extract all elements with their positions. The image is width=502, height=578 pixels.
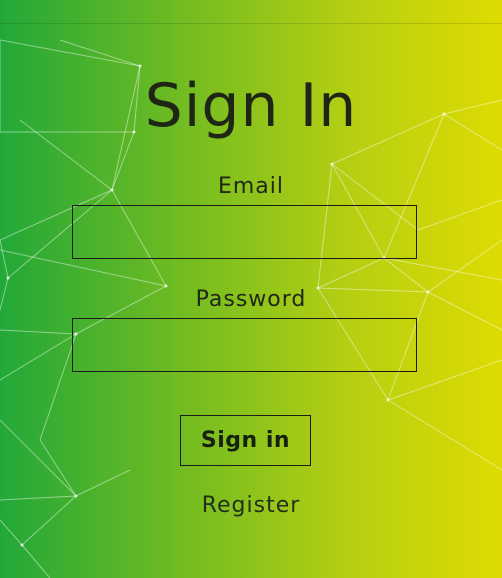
register-link[interactable]: Register bbox=[0, 493, 502, 518]
password-field[interactable] bbox=[72, 318, 417, 372]
email-label: Email bbox=[217, 174, 285, 199]
email-field[interactable] bbox=[72, 205, 417, 259]
page-title: Sign In bbox=[144, 71, 358, 141]
sign-in-button[interactable]: Sign in bbox=[180, 415, 311, 466]
password-label: Password bbox=[195, 287, 307, 312]
